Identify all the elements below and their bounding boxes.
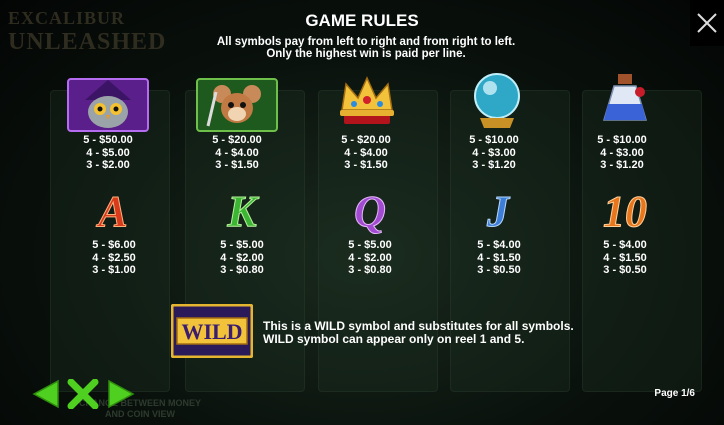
letter-q-symbol-icon: Q [329,182,411,238]
paytable-entry: 5 - $10.00 4 - $3.00 3 - $1.20 [469,134,519,171]
paytable-entry: 5 - $4.00 4 - $1.50 3 - $0.50 [477,239,521,276]
crystal-ball-symbol-icon [456,70,538,128]
paytable-entry: 5 - $5.00 4 - $2.00 3 - $0.80 [220,239,264,276]
letter-a-symbol-icon: A [72,182,154,238]
paytable-entry: 5 - $20.00 4 - $4.00 3 - $1.50 [212,134,262,171]
previous-page-button[interactable] [32,379,60,414]
close-rules-button[interactable] [67,378,99,414]
next-page-button[interactable] [107,379,135,414]
svg-text:A: A [95,187,127,236]
letter-k-symbol-icon: K [201,182,283,238]
page-indicator: Page 1/6 [654,388,695,399]
arrow-right-icon [108,379,135,409]
paytable-entry: 5 - $50.00 4 - $5.00 3 - $2.00 [83,134,133,171]
paytable-entry: 5 - $10.00 4 - $3.00 3 - $1.20 [597,134,647,171]
close-x-icon [67,378,99,410]
number-10-symbol-icon: 10 [584,182,666,238]
letter-j-symbol-icon: J [457,182,539,238]
close-button[interactable] [690,0,724,46]
wild-symbol-icon: WILD [170,303,254,359]
svg-text:K: K [226,187,259,236]
paytable-entry: 5 - $5.00 4 - $2.00 3 - $0.80 [348,239,392,276]
paytable-entry: 5 - $20.00 4 - $4.00 3 - $1.50 [341,134,391,171]
mouse-hero-symbol-icon [196,78,278,134]
close-icon [697,13,717,33]
svg-text:J: J [486,187,511,236]
crown-symbol-icon [326,72,408,128]
rules-subtitle-line2: Only the highest win is paid per line. [266,48,466,60]
svg-text:WILD: WILD [181,319,242,344]
arrow-left-icon [32,379,59,409]
potion-symbol-icon [584,70,666,126]
paytable-entry: 5 - $6.00 4 - $2.50 3 - $1.00 [92,239,136,276]
page-title: GAME RULES [305,11,419,30]
wild-description: This is a WILD symbol and substitutes fo… [263,319,574,346]
svg-text:10: 10 [603,187,647,236]
owl-wizard-symbol-icon [67,78,149,134]
paytable-entry: 5 - $4.00 4 - $1.50 3 - $0.50 [603,239,647,276]
svg-text:Q: Q [354,187,386,236]
